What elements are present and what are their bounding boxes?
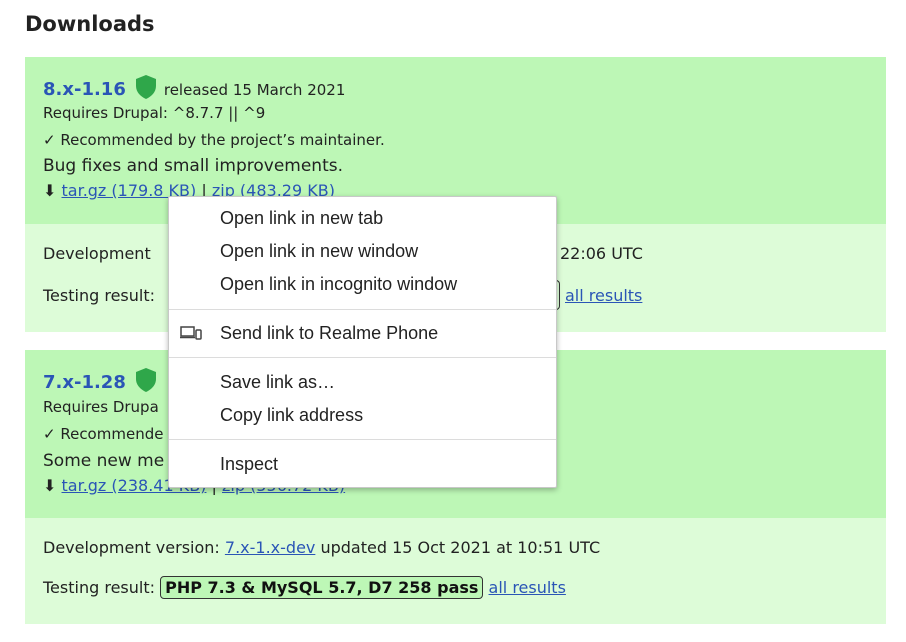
release-title-row: 7.x-1.28 [43, 368, 164, 396]
recommended-note: ✓ Recommended by the project’s maintaine… [43, 131, 385, 149]
menu-copy-link-address[interactable]: Copy link address [220, 405, 363, 426]
menu-separator [169, 439, 556, 440]
device-icon [180, 325, 202, 346]
downloads-heading: Downloads [25, 12, 155, 36]
dev-updated: updated 15 Oct 2021 at 10:51 UTC [320, 538, 601, 557]
release-date: released 15 March 2021 [163, 81, 346, 99]
menu-separator [169, 357, 556, 358]
dev-version-label: Development version: [43, 538, 220, 557]
menu-open-new-tab[interactable]: Open link in new tab [220, 208, 383, 229]
all-results-link[interactable]: all results [565, 286, 642, 305]
dev-version-row: Development version: 7.x-1.x-dev updated… [43, 538, 600, 557]
requires-drupal: Requires Drupal: ^8.7.7 || ^9 [43, 104, 266, 122]
menu-open-new-window[interactable]: Open link in new window [220, 241, 418, 262]
shield-icon [135, 368, 156, 396]
requires-drupal: Requires Drupa [43, 398, 159, 416]
context-menu: Open link in new tab Open link in new wi… [168, 196, 557, 488]
testing-row: Testing result: PHP 7.3 & MySQL 5.7, D7 … [43, 574, 566, 599]
version-link[interactable]: 7.x-1.28 [43, 372, 126, 393]
release-title-row: 8.x-1.16 released 15 March 2021 [43, 75, 345, 103]
menu-send-to-device[interactable]: Send link to Realme Phone [220, 323, 438, 344]
shield-icon [135, 75, 156, 103]
release-notes: Bug fixes and small improvements. [43, 156, 343, 176]
dev-version-label: Development [43, 244, 151, 263]
dev-updated-tail: 22:06 UTC [560, 244, 643, 263]
all-results-link[interactable]: all results [489, 578, 566, 597]
recommended-note: ✓ Recommende [43, 425, 164, 443]
download-icon: ⬇ [43, 181, 57, 200]
menu-save-link-as[interactable]: Save link as… [220, 372, 335, 393]
download-icon: ⬇ [43, 476, 57, 495]
menu-open-incognito[interactable]: Open link in incognito window [220, 274, 457, 295]
dev-block: Development version: 7.x-1.x-dev updated… [25, 518, 886, 624]
version-link[interactable]: 8.x-1.16 [43, 79, 126, 100]
dev-version-link[interactable]: 7.x-1.x-dev [225, 538, 315, 557]
testing-label: Testing result: [43, 578, 155, 597]
testing-result-badge[interactable]: PHP 7.3 & MySQL 5.7, D7 258 pass [160, 576, 484, 599]
page: Downloads 8.x-1.16 released 15 March 2021… [0, 0, 906, 642]
menu-inspect[interactable]: Inspect [220, 454, 278, 475]
menu-separator [169, 309, 556, 310]
testing-label: Testing result: [43, 286, 155, 305]
release-notes: Some new me [43, 451, 165, 471]
